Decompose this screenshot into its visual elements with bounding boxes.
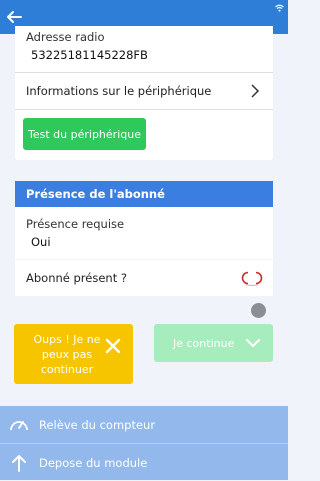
- gauge-icon: [10, 420, 28, 430]
- continue-button[interactable]: Je continue: [154, 324, 273, 362]
- chevron-right-icon: [251, 84, 260, 98]
- cannot-continue-label: Oups ! Je ne peux pas continuer: [33, 333, 101, 376]
- floating-indicator[interactable]: [251, 303, 266, 318]
- presence-section-title: Présence de l'abonné: [26, 187, 165, 201]
- wifi-icon: [275, 4, 284, 12]
- nav-item-module-removal[interactable]: Depose du module: [0, 444, 288, 481]
- arrow-up-icon: [12, 454, 26, 472]
- device-info-row[interactable]: Informations sur le périphérique: [15, 73, 273, 109]
- subscriber-present-label: Abonné présent ?: [26, 271, 127, 285]
- cannot-continue-button[interactable]: Oups ! Je ne peux pas continuer: [14, 324, 133, 384]
- radio-address-label: Adresse radio: [26, 30, 105, 44]
- nav-item-meter-reading[interactable]: Relève du compteur: [0, 406, 288, 443]
- subscriber-present-toggle[interactable]: [241, 270, 263, 286]
- radio-address-value: 53225181145228FB: [31, 48, 148, 62]
- subscriber-present-row: Abonné présent ?: [15, 260, 273, 296]
- test-device-button[interactable]: Test du périphérique: [23, 118, 146, 150]
- back-arrow-icon[interactable]: [6, 9, 22, 25]
- close-icon: [105, 338, 121, 354]
- presence-required-label: Présence requise: [26, 217, 125, 231]
- device-info-label: Informations sur le périphérique: [26, 84, 212, 98]
- divider: [15, 109, 273, 110]
- chevron-down-icon: [245, 338, 261, 348]
- bottom-nav: Relève du compteur Depose du module: [0, 406, 288, 480]
- continue-label: Je continue: [173, 336, 235, 350]
- nav-item-label: Depose du module: [39, 455, 148, 470]
- presence-section-header: Présence de l'abonné: [15, 181, 273, 207]
- device-card: Adresse radio 53225181145228FB Informati…: [15, 26, 273, 160]
- nav-item-label: Relève du compteur: [39, 417, 156, 432]
- presence-required-card: Présence requise Oui: [15, 207, 273, 259]
- presence-required-value: Oui: [31, 235, 51, 249]
